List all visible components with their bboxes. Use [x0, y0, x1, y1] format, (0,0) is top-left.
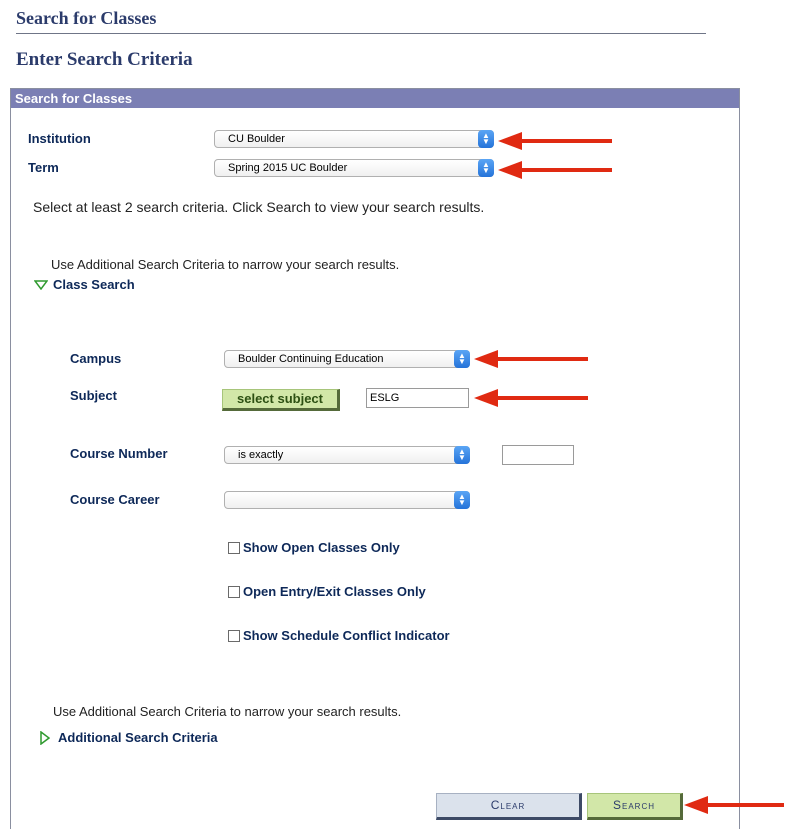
subject-label: Subject [70, 388, 117, 403]
additional-note-top: Use Additional Search Criteria to narrow… [51, 257, 400, 272]
campus-select[interactable]: Boulder Continuing Education ▲ ▼ [224, 350, 470, 368]
campus-label: Campus [70, 351, 122, 366]
collapsed-triangle-icon [40, 730, 50, 745]
annotation-arrow-icon [474, 350, 588, 368]
checkbox-box[interactable] [228, 541, 240, 554]
annotation-arrow-icon [684, 796, 784, 814]
select-arrows-icon: ▲ ▼ [454, 350, 470, 368]
open-classes-label: Show Open Classes Only [243, 540, 400, 555]
course-career-label: Course Career [70, 492, 160, 507]
annotation-arrow-icon [498, 161, 612, 179]
select-arrows-icon: ▲ ▼ [454, 491, 470, 509]
institution-select[interactable]: CU Boulder ▲ ▼ [214, 130, 494, 148]
campus-value: Boulder Continuing Education [238, 353, 384, 365]
annotation-arrow-icon [498, 132, 612, 150]
class-search-toggle[interactable]: Class Search [34, 277, 135, 292]
instruction-text: Select at least 2 search criteria. Click… [33, 199, 485, 215]
term-label: Term [28, 160, 59, 175]
institution-value: CU Boulder [228, 133, 285, 145]
schedule-conflict-label: Show Schedule Conflict Indicator [243, 628, 450, 643]
open-entry-exit-label: Open Entry/Exit Classes Only [243, 584, 426, 599]
select-arrows-icon: ▲ ▼ [478, 159, 494, 177]
checkbox-box[interactable] [228, 629, 240, 642]
open-classes-checkbox[interactable]: Show Open Classes Only [228, 540, 400, 555]
additional-criteria-toggle[interactable]: Additional Search Criteria [40, 730, 218, 745]
institution-label: Institution [28, 131, 91, 146]
select-subject-button[interactable]: select subject [222, 389, 340, 411]
additional-criteria-label: Additional Search Criteria [58, 730, 218, 745]
course-number-label: Course Number [70, 446, 168, 461]
course-number-input[interactable] [502, 445, 574, 465]
select-arrows-icon: ▲ ▼ [478, 130, 494, 148]
select-arrows-icon: ▲ ▼ [454, 446, 470, 464]
term-select[interactable]: Spring 2015 UC Boulder ▲ ▼ [214, 159, 494, 177]
search-button[interactable]: Search [587, 793, 683, 820]
subject-input[interactable]: ESLG [366, 388, 469, 408]
expanded-triangle-icon [34, 279, 48, 290]
term-value: Spring 2015 UC Boulder [228, 162, 348, 174]
checkbox-box[interactable] [228, 585, 240, 598]
annotation-arrow-icon [474, 389, 588, 407]
clear-button[interactable]: Clear [436, 793, 582, 820]
panel-header: Search for Classes [11, 89, 739, 108]
page-subheading: Enter Search Criteria [16, 49, 193, 70]
course-number-operator-select[interactable]: is exactly ▲ ▼ [224, 446, 470, 464]
open-entry-exit-checkbox[interactable]: Open Entry/Exit Classes Only [228, 584, 426, 599]
course-number-operator-value: is exactly [238, 449, 284, 461]
additional-note-bottom: Use Additional Search Criteria to narrow… [53, 704, 402, 719]
course-career-select[interactable]: ▲ ▼ [224, 491, 470, 509]
class-search-label: Class Search [53, 277, 135, 292]
page-title: Search for Classes [16, 8, 706, 34]
schedule-conflict-checkbox[interactable]: Show Schedule Conflict Indicator [228, 628, 450, 643]
